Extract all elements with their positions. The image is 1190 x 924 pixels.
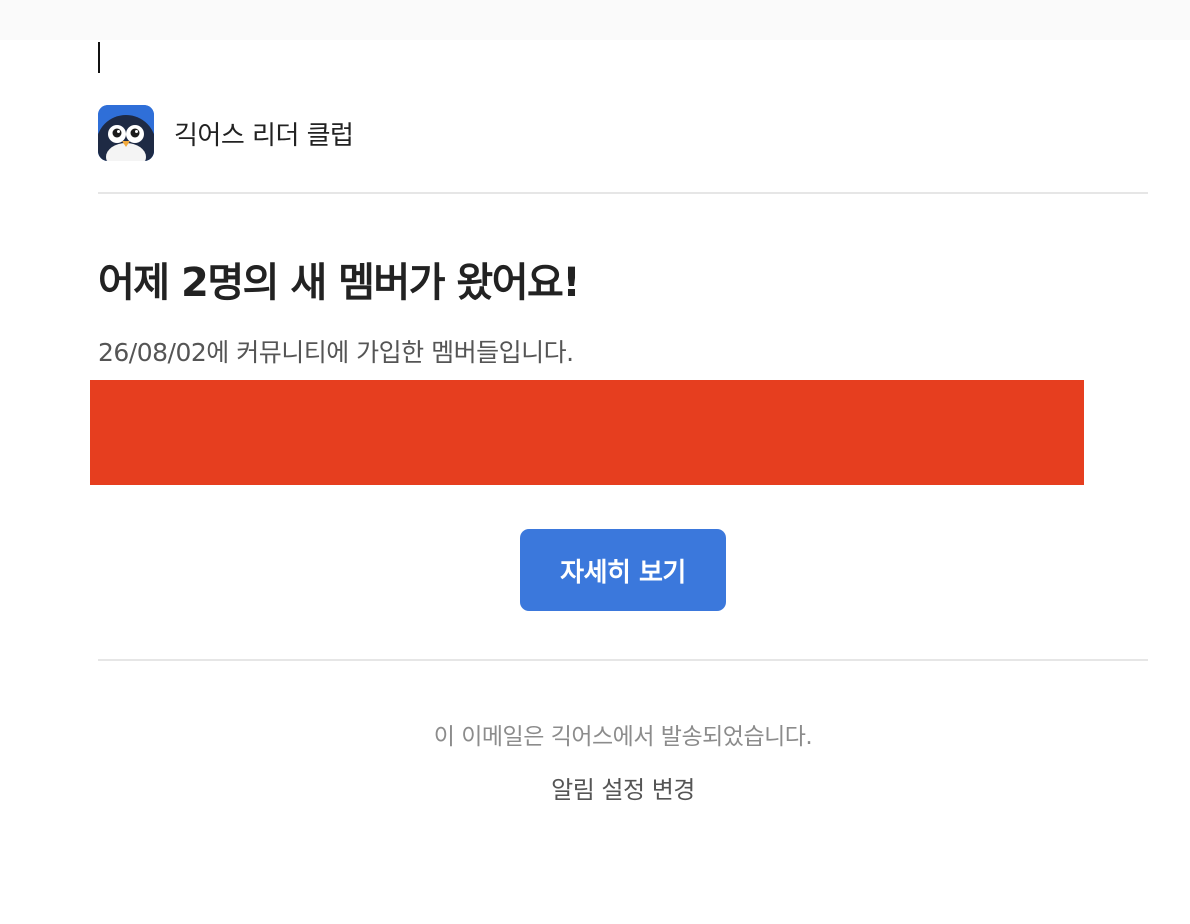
view-details-button[interactable]: 자세히 보기 — [520, 529, 726, 611]
notification-settings-link[interactable]: 알림 설정 변경 — [551, 776, 695, 804]
page-title: 어제 2명의 새 멤버가 왔어요! — [98, 260, 581, 306]
redacted-member-list — [90, 380, 1084, 485]
top-bar — [0, 0, 1190, 40]
text-cursor — [98, 42, 100, 73]
page-subtitle: 26/08/02에 커뮤니티에 가입한 멤버들입니다. — [98, 338, 574, 367]
header-divider — [98, 192, 1148, 194]
club-name: 긱어스 리더 클럽 — [174, 120, 354, 151]
footer-note: 이 이메일은 긱어스에서 발송되었습니다. — [433, 724, 813, 750]
footer-divider — [98, 659, 1148, 661]
footer-link-row: 알림 설정 변경 — [0, 770, 1190, 805]
penguin-icon — [98, 105, 154, 161]
email-header: 긱어스 리더 클럽 — [98, 105, 354, 161]
